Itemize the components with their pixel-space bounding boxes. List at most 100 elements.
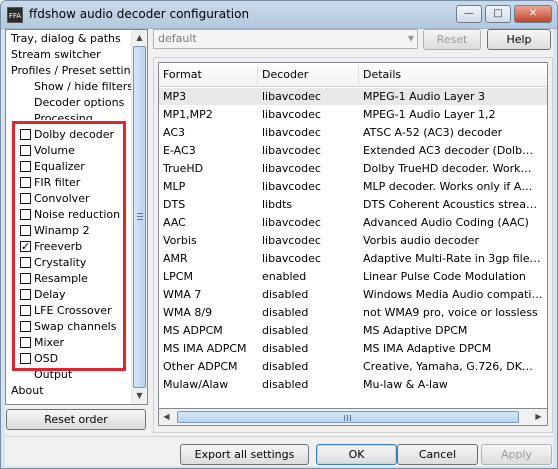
checkbox[interactable] [20,225,31,236]
cancel-button[interactable]: Cancel [397,444,478,465]
table-row[interactable]: DTS libdts DTS Coherent Acoustics strea… [159,196,547,213]
checkbox[interactable] [20,161,31,172]
table-row[interactable]: Mulaw/Alaw disabled Mu-law & A-law [159,376,547,393]
checkbox[interactable] [20,209,31,220]
table-row[interactable]: AMR libavcodec Adaptive Multi-Rate in 3gp … [159,250,547,267]
checkbox-checked[interactable] [20,239,31,255]
reset-button[interactable]: Reset [423,29,481,50]
filter-crystality[interactable]: Crystality [20,255,86,271]
tree-item-tray[interactable]: Tray, dialog & paths [11,31,121,47]
filter-convolver[interactable]: Convolver [20,191,89,207]
tree-item-processing[interactable]: Processing [34,111,93,120]
filter-winamp2[interactable]: Winamp 2 [20,223,90,239]
scroll-thumb[interactable] [177,411,519,423]
ok-button[interactable]: OK [316,444,397,465]
filter-label: Swap channels [34,320,117,333]
filter-noise-reduction[interactable]: Noise reduction [20,207,120,223]
checkbox[interactable] [20,177,31,188]
divider [5,436,553,437]
table-row[interactable]: WMA 8/9 disabled not WMA9 pro, voice or lo… [159,304,547,321]
format-cell: LPCM [163,270,193,283]
column-header-format[interactable]: Format [159,63,258,87]
tree-item-about[interactable]: About [11,383,44,399]
table-row[interactable]: AC3 libavcodec ATSC A-52 (AC3) decoder [159,124,547,141]
table-row[interactable]: LPCM enabled Linear Pulse Code Modulation [159,268,547,285]
table-row[interactable]: MP1,MP2 libavcodec MPEG-1 Audio Layer 1,2 [159,106,547,123]
export-all-settings-button[interactable]: Export all settings [180,444,309,465]
table-row[interactable]: WMA 7 disabled Windows Media Audio compati… [159,286,547,303]
filter-mixer[interactable]: Mixer [20,335,64,351]
filter-lfe-crossover[interactable]: LFE Crossover [20,303,112,319]
decoder-cell: disabled [262,306,309,319]
filter-freeverb[interactable]: Freeverb [20,239,82,255]
filter-dolby-decoder[interactable]: Dolby decoder [20,127,114,143]
help-button[interactable]: Help [487,29,551,50]
checkbox[interactable] [20,289,31,300]
checkbox[interactable] [20,321,31,332]
scroll-right-arrow-icon[interactable]: ▶ [531,409,546,425]
title-bar[interactable]: FFA ffdshow audio decoder configuration … [1,1,557,29]
apply-button[interactable]: Apply [481,444,552,465]
table-row[interactable]: AAC libavcodec Advanced Audio Coding (AAC) [159,214,547,231]
checkbox[interactable] [20,129,31,140]
tree-item-profiles[interactable]: Profiles / Preset settings [11,63,143,79]
checkbox[interactable] [20,337,31,348]
tree-item-show-hide-filters[interactable]: Show / hide filters [34,79,133,95]
checkbox[interactable] [20,353,31,364]
scroll-down-arrow-icon[interactable]: ▼ [132,388,147,404]
reset-order-button[interactable]: Reset order [6,409,146,430]
format-cell: Vorbis [163,234,197,247]
codec-list[interactable]: Format Decoder Details MP3 libavcodec MPEG… [158,62,548,409]
format-cell: WMA 8/9 [163,306,213,319]
table-row[interactable]: E-AC3 libavcodec Extended AC3 decoder (Dol… [159,142,547,159]
checkbox[interactable] [20,273,31,284]
table-row[interactable]: Other ADPCM disabled Creative, Yamaha, G.7… [159,358,547,375]
checkbox[interactable] [20,257,31,268]
list-header: Format Decoder Details [159,63,547,87]
close-button[interactable]: ✕ [514,5,552,23]
table-row[interactable]: TrueHD libavcodec Dolby TrueHD decoder. Wo… [159,160,547,177]
filter-equalizer[interactable]: Equalizer [20,159,85,175]
filter-fir[interactable]: FIR filter [20,175,80,191]
format-cell: TrueHD [163,162,204,175]
decoder-cell: libdts [262,198,293,211]
decoder-cell: libavcodec [262,126,321,139]
filter-label: Convolver [34,192,90,205]
maximize-button[interactable]: □ [485,5,511,23]
table-row[interactable]: Vorbis libavcodec Vorbis audio decoder [159,232,547,249]
filter-swap-channels[interactable]: Swap channels [20,319,116,335]
checkbox[interactable] [20,193,31,204]
checkbox[interactable] [20,145,31,156]
minimize-button[interactable]: — [456,5,482,23]
table-row[interactable]: MS IMA ADPCM disabled MS IMA Adaptive DPCM [159,340,547,357]
column-header-decoder[interactable]: Decoder [258,63,359,87]
filter-label: Freeverb [34,240,83,253]
table-row[interactable]: MLP libavcodec MLP decoder. Works only if … [159,178,547,195]
scroll-thumb[interactable] [133,46,146,388]
tree-item-stream-switcher[interactable]: Stream switcher [11,47,101,63]
filter-osd[interactable]: OSD [20,351,58,367]
grip-line [137,213,143,214]
table-row[interactable]: MS ADPCM disabled MS Adaptive DPCM [159,322,547,339]
filter-delay[interactable]: Delay [20,287,66,303]
checkbox[interactable] [20,305,31,316]
settings-tree[interactable]: Tray, dialog & paths Stream switcher Pro… [5,29,148,405]
details-cell: Extended AC3 decoder (Dolb… [363,144,534,157]
format-cell: AC3 [163,126,186,139]
scroll-left-arrow-icon[interactable]: ◀ [159,409,174,425]
scroll-up-arrow-icon[interactable]: ▲ [132,30,147,46]
details-cell: MS IMA Adaptive DPCM [363,342,492,355]
filter-label: Noise reduction [34,208,121,221]
format-cell: Mulaw/Alaw [163,378,229,391]
tree-item-output[interactable]: Output [34,367,72,383]
preset-select[interactable]: default ▼ [153,29,418,49]
filter-resample[interactable]: Resample [20,271,88,287]
details-cell: Windows Media Audio compati… [363,288,543,301]
filter-volume[interactable]: Volume [20,143,75,159]
tree-item-decoder-options[interactable]: Decoder options [34,95,124,111]
column-header-details[interactable]: Details [359,63,547,87]
list-horizontal-scrollbar[interactable]: ◀ ▶ [158,409,548,426]
tree-scrollbar[interactable]: ▲ ▼ [131,30,147,404]
table-row[interactable]: MP3 libavcodec MPEG-1 Audio Layer 3 [159,88,547,105]
details-cell: not WMA9 pro, voice or lossless [363,306,538,319]
